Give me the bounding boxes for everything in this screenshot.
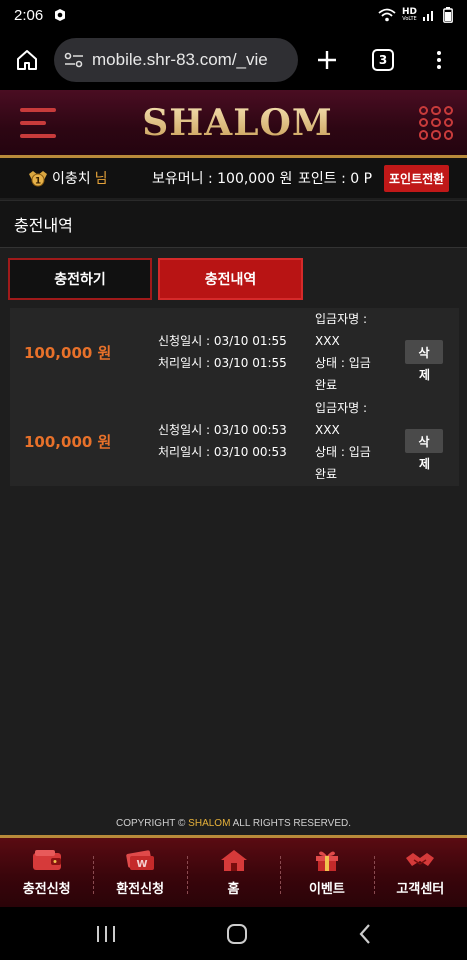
site-logo[interactable]: SHALOM <box>142 102 332 144</box>
nav-charge-request[interactable]: 충전신청 <box>0 838 93 907</box>
signal-icon <box>423 11 433 21</box>
nav-home[interactable]: 홈 <box>186 838 280 907</box>
delete-button-label[interactable]: 제 <box>419 455 430 472</box>
level-badge-icon: 1 <box>29 171 47 187</box>
tab-charge-history[interactable]: 충전내역 <box>158 258 303 300</box>
page-title: 충전내역 <box>0 200 467 248</box>
site-settings-icon[interactable] <box>64 52 84 68</box>
record-processed-time: 처리일시 : 03/10 01:55 <box>158 356 287 370</box>
record-depositor-value: XXX <box>315 334 340 348</box>
balance-text: 보유머니 : 100,000 원 <box>152 171 293 187</box>
level-number: 1 <box>35 177 41 187</box>
nav-label: 고객센터 <box>396 882 445 897</box>
gift-icon <box>315 851 338 871</box>
status-time: 2:06 <box>14 6 44 24</box>
bottom-navigation: 충전신청 W 환전신청 홈 이벤트 고객센터 <box>0 835 467 907</box>
copyright-text: COPYRIGHT © SHALOM ALL RIGHTS RESERVED. <box>0 818 467 829</box>
record-request-time: 신청일시 : 03/10 01:55 <box>158 334 287 348</box>
record-status-label: 상태 : 입금 <box>315 356 371 370</box>
record-status: 입금자명 : XXX 상태 : 입금 완료 <box>315 308 387 396</box>
list-item: 100,000 원 신청일시 : 03/10 00:53 처리일시 : 03/1… <box>10 397 459 486</box>
tab-switcher-button[interactable]: 3 <box>356 30 410 90</box>
menu-dot-icon <box>436 58 441 62</box>
home-icon <box>220 850 247 871</box>
battery-icon <box>443 7 453 23</box>
wifi-icon <box>378 8 396 22</box>
record-dates: 신청일시 : 03/10 00:53 처리일시 : 03/10 00:53 <box>158 419 287 463</box>
copyright-prefix: COPYRIGHT © <box>115 818 189 829</box>
record-depositor-value: XXX <box>315 423 340 437</box>
url-text: mobile.shr-83.com/_vie <box>92 50 268 69</box>
user-name: 이충치 <box>52 171 91 187</box>
network-indicator: HD VoLTE <box>402 8 417 22</box>
network-sub-label: VoLTE <box>402 16 417 22</box>
back-icon[interactable] <box>358 923 372 945</box>
plus-icon <box>318 51 336 69</box>
menu-dot-icon <box>436 51 441 55</box>
user-info-bar: 1 이충치 님 보유머니 : 100,000 원 포인트 : 0 P 포인트전환 <box>0 158 467 198</box>
nav-customer-center[interactable]: 고객센터 <box>373 838 467 907</box>
tab-charge[interactable]: 충전하기 <box>8 258 152 300</box>
user-profile: 1 이충치 님 <box>0 168 138 188</box>
address-bar[interactable]: mobile.shr-83.com/_vie <box>54 38 298 82</box>
copyright-suffix: ALL RIGHTS RESERVED. <box>230 818 352 829</box>
record-depositor-label: 입금자명 : <box>315 312 368 326</box>
recent-apps-icon[interactable] <box>95 924 117 944</box>
svg-text:W: W <box>137 859 148 870</box>
browser-toolbar: mobile.shr-83.com/_vie 3 <box>0 30 467 90</box>
nav-label: 이벤트 <box>308 882 345 897</box>
delete-button[interactable]: 삭 <box>405 429 443 453</box>
record-amount: 100,000 원 <box>24 344 112 362</box>
record-amount: 100,000 원 <box>24 433 112 451</box>
browser-menu-button[interactable] <box>410 30 467 90</box>
nav-event[interactable]: 이벤트 <box>280 838 373 907</box>
record-status: 입금자명 : XXX 상태 : 입금 완료 <box>315 397 387 485</box>
user-honorific: 님 <box>94 171 108 187</box>
new-tab-button[interactable] <box>298 30 356 90</box>
record-processed-time: 처리일시 : 03/10 00:53 <box>158 445 287 459</box>
points-text: 포인트 : 0 P <box>298 171 373 187</box>
nav-exchange-request[interactable]: W 환전신청 <box>93 838 186 907</box>
home-icon <box>17 50 37 70</box>
status-bar: 2:06 HD VoLTE <box>0 0 467 30</box>
nav-label: 환전신청 <box>116 882 165 897</box>
charge-history-list: 100,000 원 신청일시 : 03/10 01:55 처리일시 : 03/1… <box>10 308 459 486</box>
delete-button[interactable]: 삭 <box>405 340 443 364</box>
menu-dot-icon <box>436 65 441 69</box>
record-request-time: 신청일시 : 03/10 00:53 <box>158 423 287 437</box>
record-status-value: 완료 <box>315 378 338 392</box>
record-status-value: 완료 <box>315 467 338 481</box>
hamburger-menu-icon[interactable] <box>20 107 56 138</box>
record-depositor-label: 입금자명 : <box>315 401 368 415</box>
list-item: 100,000 원 신청일시 : 03/10 01:55 처리일시 : 03/1… <box>10 308 459 397</box>
record-status-label: 상태 : 입금 <box>315 445 371 459</box>
tab-count: 3 <box>372 49 394 71</box>
nav-label: 홈 <box>227 882 240 897</box>
site-header: SHALOM <box>0 90 467 158</box>
money-icon: W <box>126 850 155 870</box>
record-dates: 신청일시 : 03/10 01:55 처리일시 : 03/10 01:55 <box>158 330 287 374</box>
grid-menu-icon[interactable] <box>419 105 453 140</box>
wallet-icon <box>32 850 61 870</box>
settings-gear-icon <box>55 9 66 21</box>
delete-button-label[interactable]: 제 <box>419 366 430 383</box>
point-convert-button[interactable]: 포인트전환 <box>384 164 450 192</box>
status-indicators: HD VoLTE <box>378 7 453 23</box>
handshake-icon <box>406 853 435 866</box>
system-navigation-bar <box>0 907 467 960</box>
nav-label: 충전신청 <box>22 882 71 897</box>
home-button-icon[interactable] <box>226 923 248 945</box>
copyright-brand: SHALOM <box>188 818 231 829</box>
browser-home-button[interactable] <box>0 30 54 90</box>
